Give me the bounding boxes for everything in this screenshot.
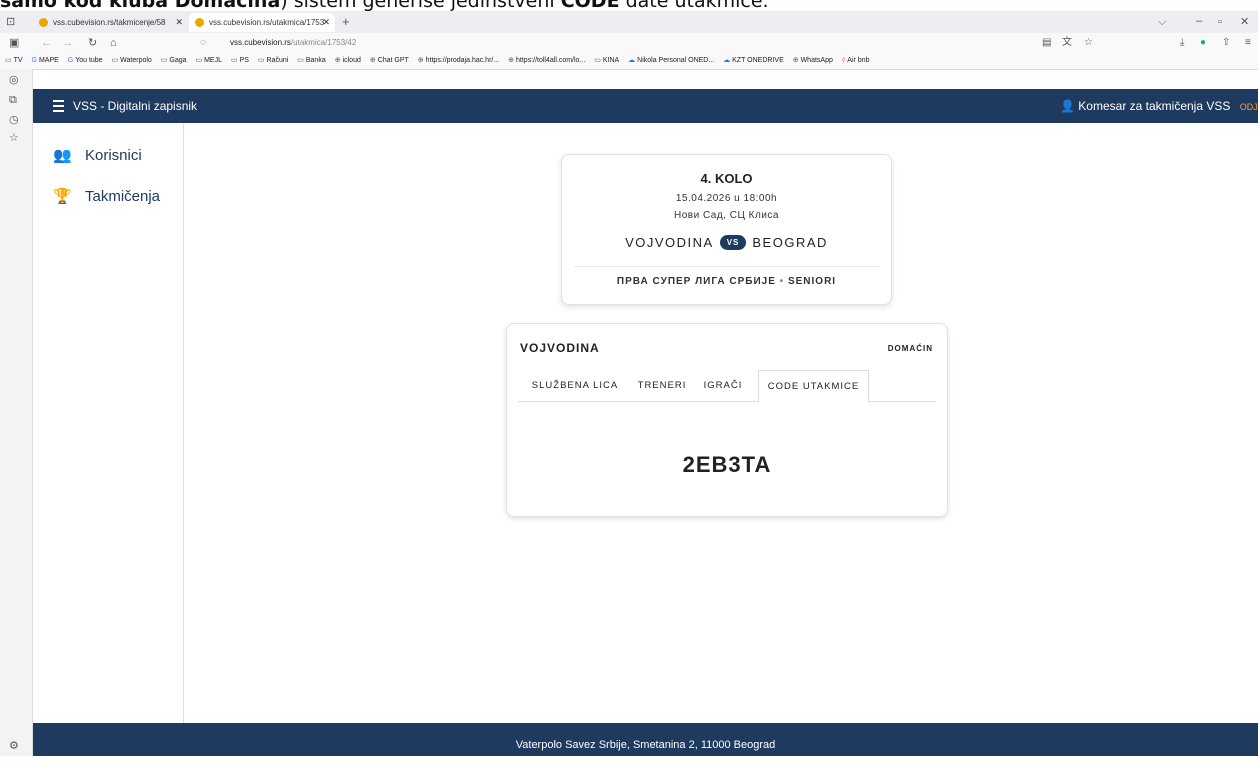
hamburger-menu-icon[interactable] (53, 100, 64, 112)
match-code: 2EB3TA (682, 452, 772, 477)
bookmark-item[interactable]: ⊕ Chat GPT (370, 53, 409, 69)
home-team: VOJVODINA (625, 235, 714, 250)
vs-badge: VS (719, 235, 747, 250)
logout-link[interactable]: ODJAVA (1240, 102, 1258, 112)
browser-tab[interactable]: vss.cubevision.rs/takmicenje/58 ✕ (33, 13, 188, 32)
shield-icon: ◌ (200, 37, 206, 48)
match-teams: VOJVODINA VS BEOGRAD (562, 235, 891, 250)
tab-code-utakmice[interactable]: CODE UTAKMICE (758, 370, 869, 403)
browser-tab-bar: ⊡ vss.cubevision.rs/takmicenje/58 ✕ vss.… (0, 11, 1258, 33)
address-bar[interactable]: ◌ vss.cubevision.rs/utakmica/1753/42 (198, 35, 1098, 51)
nav-item-korisnici[interactable]: 👥 Korisnici (53, 146, 142, 164)
bookmark-item[interactable]: ▭ Gaga (161, 53, 187, 69)
downloads-icon[interactable]: ⤓ (1180, 36, 1184, 50)
bookmark-item[interactable]: ☁ KZT ONEDRIVE (723, 53, 784, 69)
favicon-icon (39, 18, 48, 27)
bookmarks-bar: ▭ TV G MAPE G You tube ▭ Waterpolo ▭ Gaga ▭ ME… (0, 53, 1258, 70)
bookmark-item[interactable]: ▭ Računi (258, 53, 288, 69)
bookmark-star-icon[interactable]: ☆ (1084, 36, 1093, 50)
app-header: VSS - Digitalni zapisnik 👤 Komesar za ta… (33, 89, 1258, 123)
instruction-caption: samo kod kluba Domaćina) sistem generiše… (0, 0, 769, 11)
bookmark-item[interactable]: G You tube (68, 53, 103, 69)
team-role-badge: DOMAĆIN (887, 344, 933, 353)
reload-icon[interactable]: ↻ (88, 36, 97, 50)
league-info: ПРВА СУПЕР ЛИГА СРБИЈЕ • SENIORI (616, 276, 837, 287)
bookmark-item[interactable]: ▭ PS (231, 53, 249, 69)
synced-tabs-icon[interactable]: ⧉ (9, 93, 17, 107)
url-text: vss.cubevision.rs/utakmica/1753/42 (230, 38, 357, 47)
app-title: VSS - Digitalni zapisnik (73, 99, 198, 113)
new-tab-button[interactable]: + (342, 15, 350, 29)
close-tab-icon[interactable]: ✕ (175, 13, 183, 32)
bookmark-item[interactable]: ⊕ WhatsApp (793, 53, 833, 69)
tab-sluzbena-lica[interactable]: SLUŽBENA LICA (523, 370, 627, 401)
bookmark-item[interactable]: ◊ Air bnb (842, 53, 870, 69)
tab-treneri[interactable]: TRENERI (631, 370, 693, 401)
reader-view-icon[interactable]: ▤ (1042, 36, 1051, 50)
back-icon[interactable]: ← (41, 36, 52, 50)
bookmark-item[interactable]: G MAPE (31, 53, 58, 69)
tab-list-icon[interactable]: ⌵ (1158, 15, 1166, 29)
bookmark-item[interactable]: ▭ KINA (594, 53, 619, 69)
panel-team-name: VOJVODINA (520, 341, 600, 355)
trophy-icon: 🏆 (53, 188, 72, 205)
close-window-icon[interactable]: ✕ (1240, 15, 1249, 29)
forward-icon[interactable]: → (62, 36, 73, 50)
home-icon[interactable]: ⌂ (110, 36, 117, 50)
bookmarks-icon[interactable]: ☆ (9, 131, 19, 145)
match-info-card: 4. KOLO 15.04.2026 u 18:00h Нови Сад, СЦ… (561, 154, 892, 305)
bookmark-item[interactable]: ☁ Nikola Personal ONED... (628, 53, 714, 69)
user-role: Komesar za takmičenja VSS (1078, 99, 1231, 113)
settings-gear-icon[interactable]: ⚙ (9, 739, 19, 753)
bookmark-item[interactable]: ▭ TV (5, 53, 23, 69)
side-navigation: 👥 Korisnici 🏆 Takmičenja (33, 123, 184, 723)
browser-toolbar: ▣ ← → ↻ ⌂ ◌ vss.cubevision.rs/utakmica/1… (0, 33, 1258, 53)
users-icon: 👥 (53, 147, 72, 164)
nav-item-takmicenja[interactable]: 🏆 Takmičenja (53, 187, 160, 205)
bookmark-item[interactable]: ▭ Banka (297, 53, 325, 69)
team-panel-card: VOJVODINA DOMAĆIN SLUŽBENA LICA TRENERI … (506, 323, 948, 517)
match-venue: Нови Сад, СЦ Клиса (674, 210, 779, 221)
round-title: 4. KOLO (700, 171, 753, 186)
tab-overview-icon[interactable]: ⊡ (6, 15, 15, 29)
minimize-icon[interactable]: – (1196, 14, 1202, 28)
ai-chat-icon[interactable]: ◎ (9, 73, 19, 87)
close-tab-icon[interactable]: ✕ (322, 13, 330, 32)
translate-icon[interactable]: 文 (1062, 36, 1072, 50)
away-team: BEOGRAD (752, 235, 828, 250)
sidebar-toggle-icon[interactable]: ▣ (9, 36, 19, 50)
bookmark-item[interactable]: ⊕ https://prodaja.hac.hr/... (418, 53, 499, 69)
user-icon: 👤 (1060, 99, 1075, 113)
bookmark-item[interactable]: ▭ Waterpolo (112, 53, 152, 69)
browser-sidebar: ◎ ⧉ ◷ ☆ ⚙ (0, 69, 33, 756)
divider (574, 266, 879, 267)
tab-igraci[interactable]: IGRAČI (698, 370, 748, 401)
user-info: 👤 Komesar za takmičenja VSS ODJAVA (1060, 89, 1258, 124)
history-icon[interactable]: ◷ (9, 113, 19, 127)
restore-icon[interactable]: ▫ (1218, 15, 1222, 29)
extension-icon[interactable]: ● (1200, 36, 1206, 50)
share-icon[interactable]: ⇧ (1222, 36, 1230, 50)
menu-icon[interactable]: ≡ (1245, 36, 1251, 50)
app-footer: Vaterpolo Savez Srbije, Smetanina 2, 110… (33, 723, 1258, 756)
browser-tab-active[interactable]: vss.cubevision.rs/utakmica/1753 ✕ (189, 13, 335, 32)
panel-tabs: SLUŽBENA LICA TRENERI IGRAČI CODE UTAKMI… (518, 370, 935, 403)
favicon-icon (195, 18, 204, 27)
bookmark-item[interactable]: ⊕ icloud (335, 53, 361, 69)
bookmark-item[interactable]: ▭ MEJL (195, 53, 222, 69)
bookmark-item[interactable]: ⊕ https://toll4all.com/lo... (508, 53, 585, 69)
match-datetime: 15.04.2026 u 18:00h (675, 193, 778, 204)
